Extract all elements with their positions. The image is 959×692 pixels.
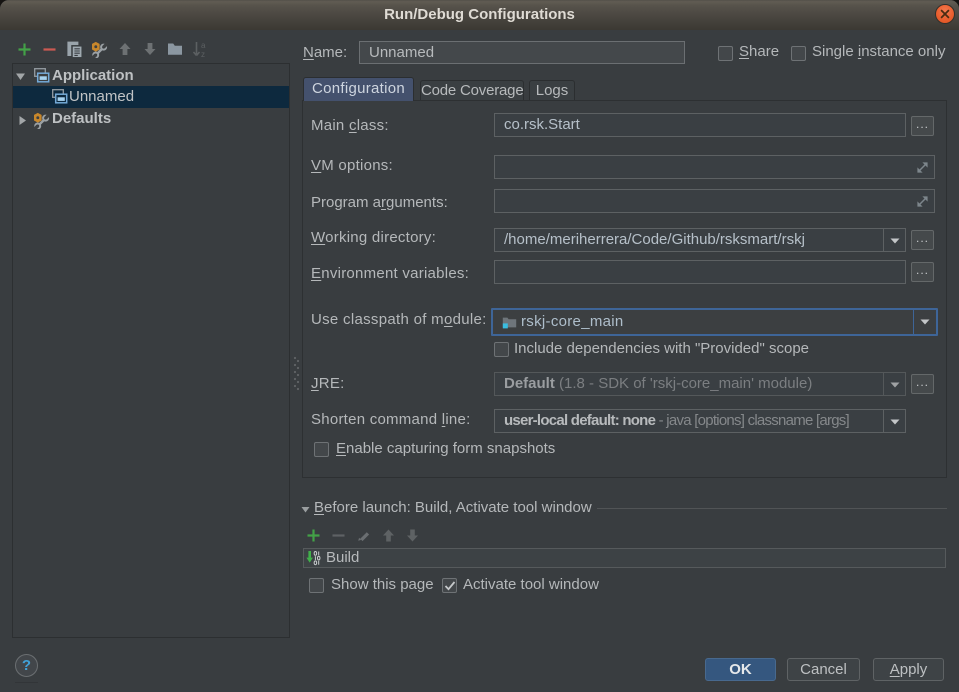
svg-text:a: a xyxy=(201,41,206,50)
svg-text:z: z xyxy=(201,50,205,58)
